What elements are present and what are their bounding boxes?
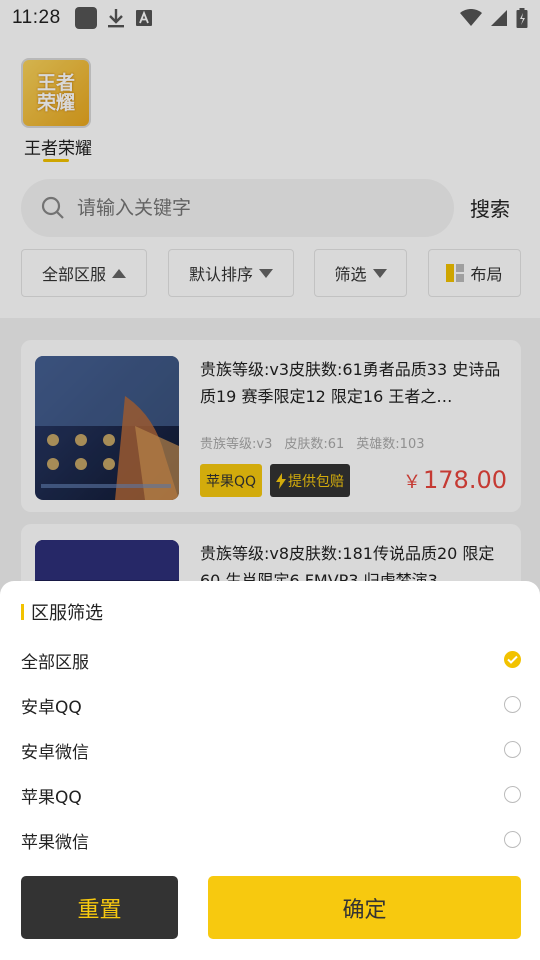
- sheet-title-text: 区服筛选: [31, 603, 103, 624]
- server-option-android-wechat[interactable]: 安卓微信: [21, 735, 521, 765]
- server-filter-sheet: 区服筛选 全部区服 安卓QQ 安卓微信 苹果QQ 苹果微信 重置 确定: [0, 581, 540, 960]
- radio-icon: [504, 696, 521, 713]
- checkmark-icon: [504, 651, 521, 668]
- server-option-ios-wechat[interactable]: 苹果微信: [21, 825, 521, 855]
- radio-icon: [504, 786, 521, 803]
- option-label: 全部区服: [21, 652, 89, 673]
- reset-button[interactable]: 重置: [21, 876, 178, 939]
- title-accent-bar: [21, 604, 24, 620]
- option-label: 安卓微信: [21, 742, 89, 763]
- server-option-android-qq[interactable]: 安卓QQ: [21, 690, 521, 720]
- sheet-title: 区服筛选: [21, 599, 103, 625]
- radio-icon: [504, 831, 521, 848]
- server-option-all[interactable]: 全部区服: [21, 645, 521, 675]
- option-label: 安卓QQ: [21, 697, 82, 718]
- radio-icon: [504, 741, 521, 758]
- server-option-ios-qq[interactable]: 苹果QQ: [21, 780, 521, 810]
- confirm-button[interactable]: 确定: [208, 876, 521, 939]
- option-label: 苹果微信: [21, 832, 89, 853]
- option-label: 苹果QQ: [21, 787, 82, 808]
